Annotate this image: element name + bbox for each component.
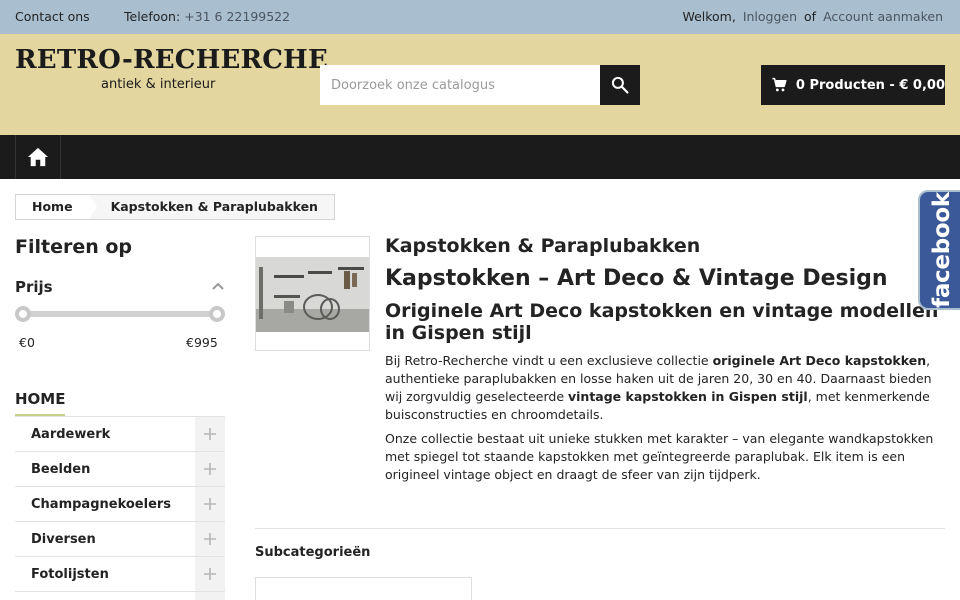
plus-icon: [204, 463, 216, 475]
category-label[interactable]: Diversen: [31, 532, 96, 547]
subcategory-card[interactable]: [255, 577, 472, 600]
or-text: of: [804, 9, 817, 24]
contact-link[interactable]: Contact ons: [15, 9, 90, 24]
logo[interactable]: RETRO-RECHERCHE antiek & interieur: [15, 46, 328, 106]
cart-summary: 0 Producten - € 0,00: [795, 77, 945, 93]
expand-button[interactable]: [195, 487, 225, 521]
account-links: Welkom, Inloggen of Account aanmaken: [679, 9, 943, 24]
top-bar: Contact ons Telefoon: +31 6 22199522 Wel…: [0, 0, 960, 34]
subcategories-title: Subcategorieën: [255, 545, 371, 560]
expand-button[interactable]: [195, 452, 225, 486]
search-form: [320, 65, 640, 105]
category-item[interactable]: Diversen: [15, 522, 225, 557]
nav-home-button[interactable]: [15, 135, 61, 179]
description-paragraph-1: Bij Retro-Recherche vindt u een exclusie…: [385, 352, 941, 424]
price-slider[interactable]: [15, 306, 225, 322]
plus-icon: [204, 498, 216, 510]
text: Bij Retro-Recherche vindt u een exclusie…: [385, 353, 713, 368]
category-image: [255, 236, 370, 351]
price-min: €0: [19, 335, 35, 350]
expand-button[interactable]: [195, 417, 225, 451]
price-filter-label[interactable]: Prijs: [15, 278, 53, 296]
breadcrumb-home[interactable]: Home: [16, 195, 89, 219]
plus-icon: [204, 428, 216, 440]
expand-button[interactable]: [195, 592, 225, 600]
description-paragraph-2: Onze collectie bestaat uit unieke stukke…: [385, 431, 934, 482]
search-button[interactable]: [600, 65, 640, 105]
category-item[interactable]: [15, 592, 225, 600]
page-heading: Kapstokken – Art Deco & Vintage Design: [385, 266, 888, 291]
phone-number[interactable]: +31 6 22199522: [184, 9, 290, 24]
price-slider-track: [23, 311, 217, 317]
category-label[interactable]: Aardewerk: [31, 427, 110, 442]
phone-label: Telefoon:: [124, 9, 181, 24]
facebook-label: facebook: [929, 192, 955, 308]
category-item[interactable]: Aardewerk: [15, 417, 225, 452]
cart-button[interactable]: 0 Producten - € 0,00: [761, 65, 945, 105]
search-input[interactable]: [320, 65, 600, 105]
plus-icon: [204, 568, 216, 580]
page-subheading: Originele Art Deco kapstokken en vintage…: [385, 300, 939, 344]
text-bold: originele Art Deco kapstokken: [712, 353, 927, 368]
divider: [255, 528, 945, 529]
category-title: Kapstokken & Paraplubakken: [385, 235, 701, 257]
home-icon: [28, 147, 48, 167]
plus-icon: [204, 533, 216, 545]
welcome-text: Welkom,: [682, 9, 736, 24]
breadcrumb-separator: [88, 195, 97, 219]
price-slider-min-handle[interactable]: [15, 306, 31, 322]
category-list: Aardewerk Beelden Champagnekoelers Diver…: [15, 416, 225, 600]
logo-title: RETRO-RECHERCHE: [15, 45, 328, 75]
category-label[interactable]: Fotolijsten: [31, 567, 109, 582]
login-link[interactable]: Inloggen: [743, 9, 797, 24]
price-max: €995: [186, 335, 218, 350]
logo-subtitle: antiek & interieur: [101, 77, 216, 92]
expand-button[interactable]: [195, 522, 225, 556]
category-item[interactable]: Champagnekoelers: [15, 487, 225, 522]
filter-title: Filteren op: [15, 236, 133, 258]
breadcrumb-current[interactable]: Kapstokken & Paraplubakken: [97, 195, 334, 219]
cart-icon: [772, 77, 787, 92]
expand-button[interactable]: [195, 557, 225, 591]
coat-rack-photo: [256, 257, 369, 332]
category-label[interactable]: Champagnekoelers: [31, 497, 171, 512]
category-label[interactable]: Beelden: [31, 462, 90, 477]
category-item[interactable]: Fotolijsten: [15, 557, 225, 592]
category-item[interactable]: Beelden: [15, 452, 225, 487]
breadcrumb: Home Kapstokken & Paraplubakken: [15, 194, 335, 220]
main-nav: [0, 135, 960, 179]
price-slider-max-handle[interactable]: [209, 306, 225, 322]
chevron-up-icon[interactable]: [211, 281, 225, 291]
facebook-tab[interactable]: facebook: [918, 190, 960, 310]
category-tree-home[interactable]: HOME: [15, 390, 66, 416]
header: RETRO-RECHERCHE antiek & interieur 0 Pro…: [0, 34, 960, 135]
text-bold: vintage kapstokken in Gispen stijl: [567, 389, 808, 404]
create-account-link[interactable]: Account aanmaken: [823, 9, 943, 24]
phone-info: Telefoon: +31 6 22199522: [124, 9, 290, 24]
search-icon: [611, 76, 629, 94]
